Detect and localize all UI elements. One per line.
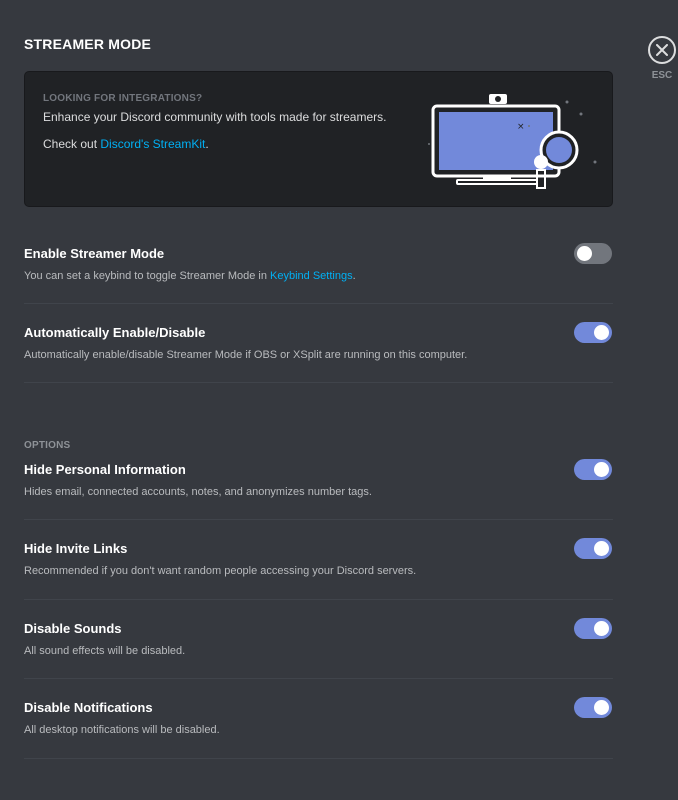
setting-description: Hides email, connected accounts, notes, … — [24, 486, 372, 498]
toggle-disable-sounds[interactable] — [574, 618, 612, 639]
section-label-options: OPTIONS — [24, 440, 71, 451]
promo-link-line: Check out Discord's StreamKit. — [43, 137, 209, 151]
toggle-knob — [577, 246, 592, 261]
setting-title: Disable Sounds — [24, 621, 122, 636]
setting-title: Automatically Enable/Disable — [24, 325, 206, 340]
setting-title: Hide Invite Links — [24, 541, 128, 556]
streamkit-promo-card: LOOKING FOR INTEGRATIONS? Enhance your D… — [24, 71, 613, 207]
setting-desc-suffix: . — [352, 270, 356, 282]
divider — [24, 303, 613, 304]
toggle-knob — [594, 325, 609, 340]
toggle-knob — [594, 621, 609, 636]
divider — [24, 519, 613, 520]
toggle-hide-invite-links[interactable] — [574, 538, 612, 559]
toggle-knob — [594, 462, 609, 477]
page-title: STREAMER MODE — [24, 36, 152, 52]
esc-label: ESC — [651, 70, 673, 81]
setting-description: All sound effects will be disabled. — [24, 645, 186, 657]
divider — [24, 678, 613, 679]
settings-page: STREAMER MODE LOOKING FOR INTEGRATIONS? … — [0, 0, 678, 800]
toggle-knob — [594, 700, 609, 715]
promo-eyebrow: LOOKING FOR INTEGRATIONS? — [43, 93, 203, 104]
promo-text: Enhance your Discord community with tool… — [43, 110, 387, 124]
close-icon — [656, 44, 668, 56]
setting-desc-prefix: You can set a keybind to toggle Streamer… — [24, 270, 271, 282]
toggle-disable-notifications[interactable] — [574, 697, 612, 718]
setting-title: Disable Notifications — [24, 700, 153, 715]
setting-title: Enable Streamer Mode — [24, 246, 165, 261]
setting-description: You can set a keybind to toggle Streamer… — [24, 270, 356, 282]
toggle-enable-streamer-mode[interactable] — [574, 243, 612, 264]
svg-text:×: × — [517, 122, 525, 132]
toggle-knob — [594, 541, 609, 556]
promo-link-prefix: Check out — [43, 137, 101, 151]
toggle-auto-enable[interactable] — [574, 322, 612, 343]
setting-title: Hide Personal Information — [24, 462, 186, 477]
setting-description: Automatically enable/disable Streamer Mo… — [24, 349, 468, 361]
keybind-settings-link[interactable]: Keybind Settings — [270, 270, 353, 282]
streamer-illustration-icon: × — [428, 94, 597, 189]
divider — [24, 758, 613, 759]
setting-description: All desktop notifications will be disabl… — [24, 724, 220, 736]
setting-description: Recommended if you don't want random peo… — [24, 565, 417, 577]
divider — [24, 382, 613, 383]
streamkit-link[interactable]: Discord's StreamKit — [100, 137, 205, 151]
divider — [24, 599, 613, 600]
close-button[interactable] — [648, 36, 676, 64]
promo-link-suffix: . — [205, 137, 209, 151]
close-control: ESC — [648, 36, 678, 81]
toggle-hide-personal-info[interactable] — [574, 459, 612, 480]
